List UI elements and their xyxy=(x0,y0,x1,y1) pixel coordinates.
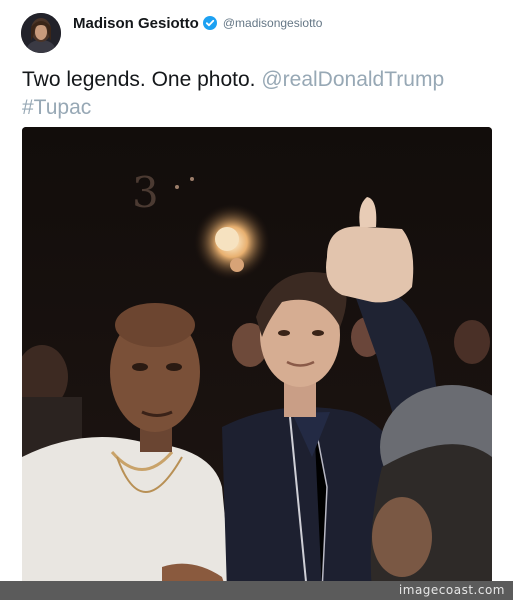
tweet-text-body: Two legends. One photo. xyxy=(22,68,256,91)
avatar[interactable] xyxy=(21,13,61,53)
watermark-text: imagecoast.com xyxy=(398,583,505,597)
tweet-photo[interactable]: 3 xyxy=(22,127,492,592)
display-name[interactable]: Madison Gesiotto xyxy=(73,15,199,32)
tweet-card: Madison Gesiotto @madisongesiotto Two le… xyxy=(0,0,513,600)
watermark-bar: imagecoast.com xyxy=(0,581,513,600)
tweet-text: Two legends. One photo. @realDonaldTrump… xyxy=(22,66,502,122)
svg-text:3: 3 xyxy=(132,168,159,217)
photo-image: 3 xyxy=(22,127,492,592)
tweet-author-row: Madison Gesiotto @madisongesiotto xyxy=(73,13,322,33)
mention-link[interactable]: @realDonaldTrump xyxy=(261,68,444,91)
verified-badge-icon xyxy=(202,16,217,30)
avatar-image xyxy=(21,13,61,53)
hashtag-link[interactable]: #Tupac xyxy=(22,96,91,119)
user-handle[interactable]: @madisongesiotto xyxy=(223,16,323,30)
